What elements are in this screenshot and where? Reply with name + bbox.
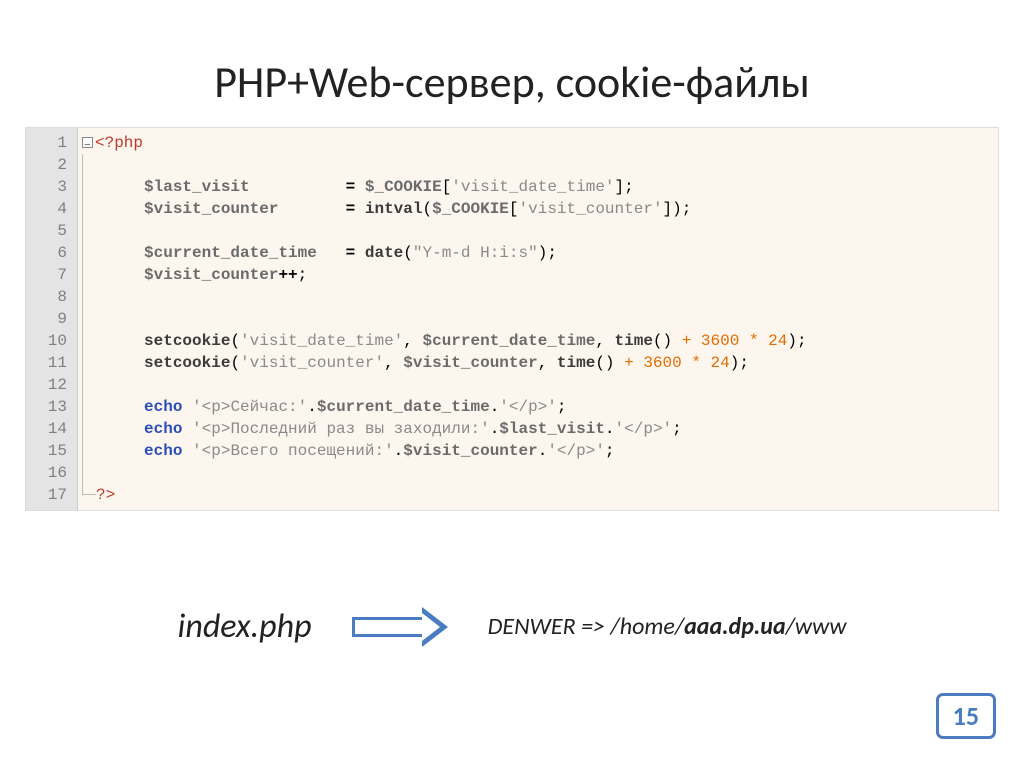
line-number: 2 xyxy=(32,154,67,176)
keyword: echo xyxy=(144,398,182,416)
php-close-tag: ?> xyxy=(96,486,115,504)
var: $visit_counter xyxy=(403,354,537,372)
fold-icon xyxy=(82,137,93,148)
expr: + 3600 * 24 xyxy=(615,354,730,372)
line-number: 8 xyxy=(32,286,67,308)
func: time xyxy=(557,354,595,372)
func: date xyxy=(365,244,403,262)
var: $current_date_time xyxy=(317,398,490,416)
line-number: 6 xyxy=(32,242,67,264)
var: $current_date_time xyxy=(144,244,317,262)
var: $last_visit xyxy=(144,178,250,196)
line-number-gutter: 1 2 3 4 5 6 7 8 9 10 11 12 13 14 15 16 1… xyxy=(26,128,78,510)
var: $last_visit xyxy=(499,420,605,438)
denwer-prefix: DENWER => /home/ xyxy=(488,612,685,641)
line-number: 5 xyxy=(32,220,67,242)
func: time xyxy=(615,332,653,350)
line-number: 17 xyxy=(32,484,67,506)
string: 'visit_counter' xyxy=(240,354,384,372)
line-number: 12 xyxy=(32,374,67,396)
operator: ++ xyxy=(278,266,297,284)
line-number: 9 xyxy=(32,308,67,330)
footer-row: index.php DENWER => /home/aaa.dp.ua/www xyxy=(0,606,1024,647)
string: '</p>' xyxy=(499,398,557,416)
line-number: 14 xyxy=(32,418,67,440)
string: '</p>' xyxy=(615,420,673,438)
global-var: $_COOKIE xyxy=(432,200,509,218)
string: 'visit_date_time' xyxy=(240,332,403,350)
var: $visit_counter xyxy=(144,200,278,218)
arrow-icon xyxy=(352,607,448,647)
string: '<p>Последний раз вы заходили:' xyxy=(192,420,490,438)
line-number: 10 xyxy=(32,330,67,352)
line-number: 4 xyxy=(32,198,67,220)
var: $current_date_time xyxy=(422,332,595,350)
string: 'visit_date_time' xyxy=(451,178,614,196)
line-number: 7 xyxy=(32,264,67,286)
page-number: 15 xyxy=(936,693,996,739)
string: '<p>Всего посещений:' xyxy=(192,442,394,460)
line-number: 15 xyxy=(32,440,67,462)
line-number: 3 xyxy=(32,176,67,198)
keyword: echo xyxy=(144,420,182,438)
line-number: 16 xyxy=(32,462,67,484)
func: setcookie xyxy=(144,332,230,350)
global-var: $_COOKIE xyxy=(365,178,442,196)
denwer-path: DENWER => /home/aaa.dp.ua/www xyxy=(488,612,847,641)
string: '<p>Сейчас:' xyxy=(192,398,307,416)
var: $visit_counter xyxy=(403,442,537,460)
slide-title: PHP+Web-сервер, cookie-файлы xyxy=(0,0,1024,127)
denwer-domain: aaa.dp.ua xyxy=(684,612,785,641)
code-area: <?php $last_visit = $_COOKIE['visit_date… xyxy=(78,128,998,510)
expr: + 3600 * 24 xyxy=(672,332,787,350)
string: '</p>' xyxy=(547,442,605,460)
php-open-tag: <?php xyxy=(95,134,143,152)
func: intval xyxy=(365,200,423,218)
line-number: 1 xyxy=(32,132,67,154)
line-number: 13 xyxy=(32,396,67,418)
string: 'visit_counter' xyxy=(519,200,663,218)
var: $visit_counter xyxy=(144,266,278,284)
line-number: 11 xyxy=(32,352,67,374)
code-editor: 1 2 3 4 5 6 7 8 9 10 11 12 13 14 15 16 1… xyxy=(25,127,999,511)
keyword: echo xyxy=(144,442,182,460)
denwer-suffix: /www xyxy=(786,612,847,641)
string: "Y-m-d H:i:s" xyxy=(413,244,538,262)
func: setcookie xyxy=(144,354,230,372)
filename-label: index.php xyxy=(178,606,312,647)
